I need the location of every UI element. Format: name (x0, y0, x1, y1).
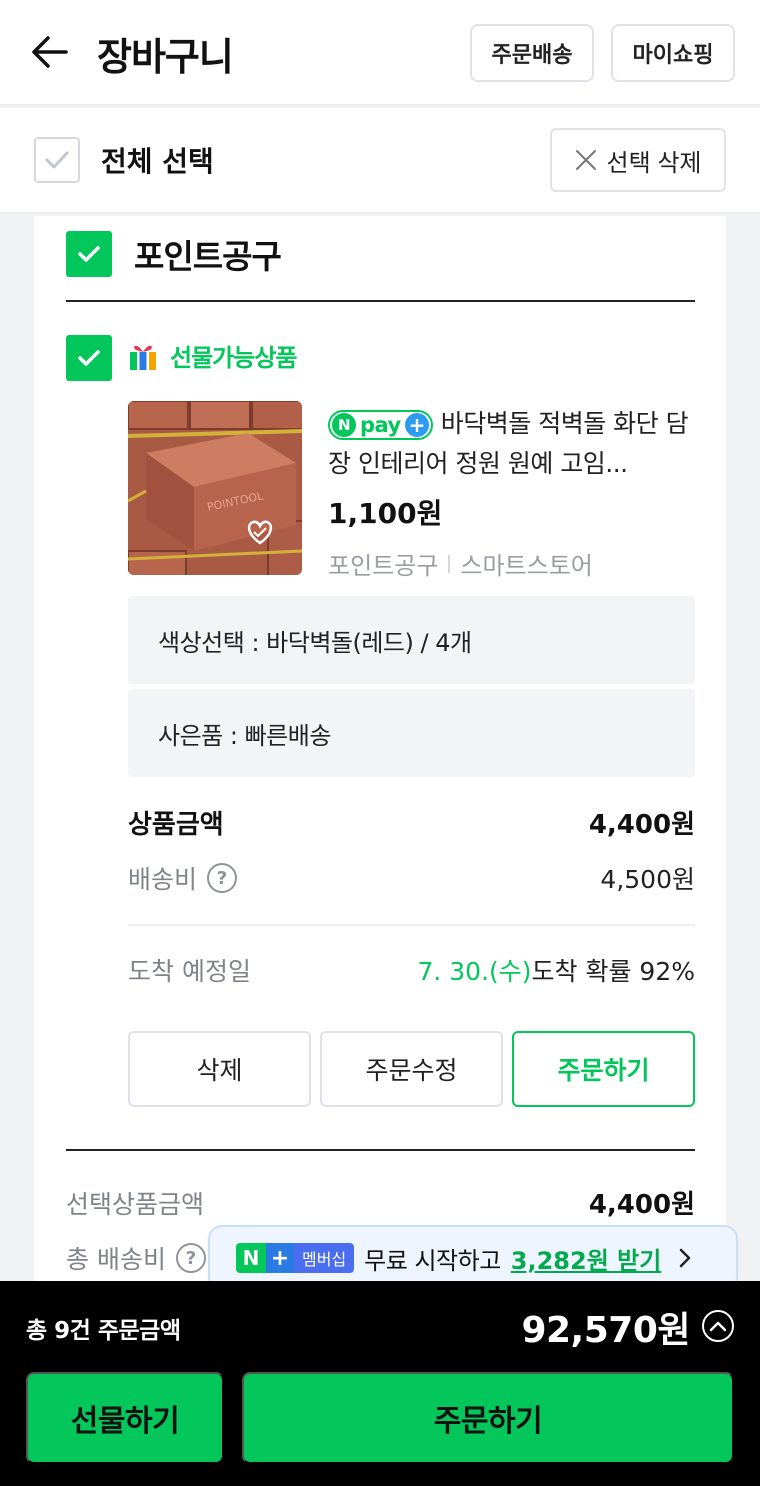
option-gift: 사은품 : 빠른배송 (128, 689, 695, 777)
product-name-block[interactable]: N pay + 바닥벽돌 적벽돌 화단 담장 인테리어 정원 원예 고임... (328, 404, 696, 484)
arrival-probability: 도착 확률 92% (531, 957, 695, 986)
shipping-row: 배송비 ? 4,500원 (128, 860, 695, 896)
order-button[interactable]: 주문하기 (512, 1031, 695, 1107)
help-icon[interactable]: ? (207, 863, 238, 893)
select-all-label[interactable]: 전체 선택 (101, 140, 214, 180)
chevron-up-icon[interactable] (702, 1310, 734, 1342)
gift-icon (130, 345, 156, 370)
delete-selected-button[interactable]: 선택 삭제 (550, 128, 726, 192)
close-icon (575, 150, 596, 170)
product-price: 1,100원 (328, 497, 443, 530)
divider (66, 1149, 695, 1151)
store-name[interactable]: 포인트공구 (134, 230, 282, 278)
product-amount-value: 4,400원 (588, 810, 695, 840)
store-card: 포인트공구 선물가능상품 POINTOOL N pay + 바닥벽돌 적벽돌 화… (34, 216, 726, 1296)
check-icon (78, 246, 100, 262)
arrival-label: 도착 예정일 (128, 957, 251, 986)
arrival-date: 7. 30.(수) (417, 957, 532, 986)
delete-selected-label: 선택 삭제 (606, 149, 702, 177)
store-checkbox[interactable] (66, 231, 112, 277)
bottom-order-bar: 총 9건 주문금액 92,570원 선물하기 주문하기 (0, 1281, 760, 1486)
back-arrow-icon[interactable] (28, 30, 72, 74)
arrival-info: 7. 30.(수)도착 확률 92% (417, 952, 695, 988)
chevron-right-icon (680, 1248, 691, 1268)
delete-button[interactable]: 삭제 (128, 1031, 311, 1107)
selected-amount-row: 선택상품금액 4,400원 (66, 1184, 695, 1221)
edit-order-button[interactable]: 주문수정 (320, 1031, 503, 1107)
seller-type: 스마트스토어 (460, 552, 593, 580)
shipping-label-group: 배송비 ? (128, 860, 238, 896)
heart-icon[interactable] (245, 518, 275, 546)
checkout-button[interactable]: 주문하기 (242, 1372, 734, 1464)
naver-plus-membership-badge: N + 멤버십 (236, 1243, 355, 1273)
shipping-label: 배송비 (128, 865, 198, 894)
arrival-row: 도착 예정일 7. 30.(수)도착 확률 92% (128, 952, 695, 988)
plus-icon: + (404, 413, 429, 437)
page-title: 장바구니 (97, 35, 234, 79)
membership-tag: 멤버십 (294, 1243, 355, 1273)
promo-link[interactable]: 3,282원 받기 (511, 1241, 662, 1276)
seller-name: 포인트공구 (328, 552, 439, 580)
selected-amount-label: 선택상품금액 (66, 1189, 205, 1219)
divider (66, 300, 695, 302)
help-icon[interactable]: ? (175, 1243, 206, 1273)
product-amount-row: 상품금액 4,400원 (128, 804, 695, 841)
selected-amount-value: 4,400원 (588, 1190, 695, 1220)
product-amount-label: 상품금액 (128, 810, 224, 840)
plus-icon: + (266, 1243, 294, 1273)
gift-available-tag: 선물가능상품 (128, 338, 297, 373)
total-shipping-label-group: 총 배송비 ? (66, 1240, 206, 1276)
npay-badge-text: pay (360, 413, 401, 437)
check-icon (78, 350, 100, 366)
shipping-value: 4,500원 (600, 865, 695, 894)
order-delivery-button[interactable]: 주문배송 (470, 24, 594, 82)
total-order-amount: 92,570원 (521, 1310, 690, 1351)
npay-plus-badge: N pay + (328, 410, 433, 440)
gift-available-label: 선물가능상품 (170, 344, 297, 372)
select-all-checkbox[interactable] (34, 137, 80, 183)
n-logo-icon: N (236, 1243, 266, 1273)
promo-text: 무료 시작하고 (364, 1246, 501, 1275)
check-icon (45, 151, 69, 169)
app-header: 장바구니 주문배송 마이쇼핑 (0, 0, 760, 106)
order-count-label: 총 9건 주문금액 (26, 1318, 181, 1344)
gift-button[interactable]: 선물하기 (26, 1372, 224, 1464)
divider (128, 924, 695, 926)
product-checkbox[interactable] (66, 335, 112, 381)
product-image[interactable]: POINTOOL (128, 401, 302, 575)
total-shipping-label: 총 배송비 (66, 1245, 166, 1274)
product-info: N pay + 바닥벽돌 적벽돌 화단 담장 인테리어 정원 원예 고임... … (328, 404, 696, 581)
product-seller: 포인트공구 스마트스토어 (328, 546, 696, 581)
n-logo-icon: N (332, 413, 356, 437)
divider (448, 554, 451, 573)
select-bar: 전체 선택 선택 삭제 (0, 108, 760, 214)
my-shopping-button[interactable]: 마이쇼핑 (611, 24, 735, 82)
option-color: 색상선택 : 바닥벽돌(레드) / 4개 (128, 596, 695, 684)
